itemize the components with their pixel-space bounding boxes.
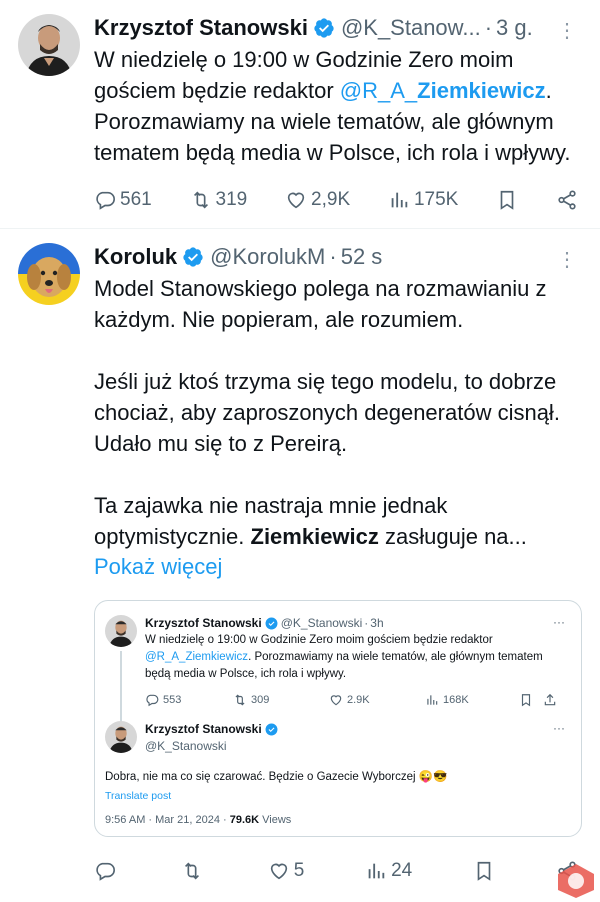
reply-icon [96,862,115,881]
retweet-button[interactable]: 309 [233,693,329,707]
separator-dot: · [329,244,337,269]
quoted-thread[interactable]: Krzysztof Stanowski @K_Stanowski · 3h ··… [94,600,582,837]
quoted-tweet-2[interactable]: Krzysztof Stanowski @K_Stanowski ··· [105,721,567,755]
avatar-stanowski-small[interactable] [105,615,137,647]
retweet-icon [235,694,245,706]
separator-dot: · [364,616,369,630]
heart-icon [330,695,342,706]
views-button[interactable]: 24 [365,860,412,882]
tweet-time[interactable]: 3h [370,615,383,632]
tweet-actions: 5 24 [94,851,582,891]
reply-button[interactable] [94,860,120,882]
bookmark-button[interactable] [519,693,543,707]
reply-icon [96,191,115,210]
share-button[interactable] [556,189,578,211]
verified-badge-icon [183,247,203,267]
heart-icon [287,192,305,209]
verified-badge-icon [265,723,278,736]
avatar-koroluk[interactable] [18,243,80,305]
paragraph-2: Jeśli już ktoś trzyma się tego modelu, t… [94,369,560,456]
watermark-logo-icon [558,864,594,898]
like-count: 5 [293,860,305,881]
bookmark-button[interactable] [496,189,518,211]
show-more-link[interactable]: Pokaż więcej [94,552,582,582]
author-name[interactable]: Koroluk [94,243,177,271]
like-count: 2,9K [311,189,351,210]
tweet-koroluk[interactable]: Koroluk @KorolukM · 52 s ⋮ Model Stanows… [0,229,600,891]
bookmark-icon [500,190,514,210]
post-view-count: 79.6K [229,814,260,826]
view-count: 24 [391,860,413,881]
tweet-stanowski[interactable]: Krzysztof Stanowski @K_Stanow... · 3 g. … [0,0,600,220]
author-handle[interactable]: @K_Stanowski [145,738,567,755]
author-handle[interactable]: @K_Stanowski [281,615,363,632]
avatar-stanowski[interactable] [18,14,80,76]
quoted-text: Dobra, nie ma co się czarować. Będzie o … [105,771,448,783]
more-options-icon[interactable]: ··· [553,615,565,629]
views-chart-icon [427,695,438,705]
author-handle[interactable]: @K_Stanow... [341,14,481,42]
bookmark-icon [477,861,491,881]
heart-icon [270,863,287,880]
quoted-actions: 553 309 2.9K 168K [145,683,567,717]
paragraph-3: Ta zajawka nie nastraja mnie jednak opty… [94,493,527,549]
author-name[interactable]: Krzysztof Stanowski [145,721,262,738]
reply-button[interactable]: 561 [94,189,152,211]
bookmark-icon [521,694,531,707]
more-options-icon[interactable]: ··· [553,721,565,735]
views-label: Views [259,814,292,826]
more-options-icon[interactable]: ⋮ [557,247,578,272]
share-icon [558,190,576,210]
more-options-icon[interactable]: ⋮ [557,18,578,43]
mention-link[interactable]: @R_A_Ziemkiewicz [340,78,546,103]
retweet-icon [184,862,199,880]
separator-dot: · [484,15,493,40]
retweet-icon [193,191,208,209]
like-button[interactable]: 2.9K [329,693,425,707]
mention-link[interactable]: @R_A_Ziemkiewicz [145,651,248,663]
views-chart-icon [368,863,385,879]
like-button[interactable]: 5 [268,860,305,882]
reply-icon [146,694,159,707]
tweet-text: Model Stanowskiego polega na rozmawianiu… [94,273,582,552]
author-handle[interactable]: @KorolukM [210,243,325,271]
author-name[interactable]: Krzysztof Stanowski [94,14,308,42]
retweet-count: 319 [215,189,248,210]
reply-button[interactable]: 553 [145,693,233,707]
paragraph-1: Model Stanowskiego polega na rozmawianiu… [94,276,547,332]
reply-count: 561 [120,189,152,210]
tweet-time[interactable]: 52 s [341,243,383,271]
translate-post-link[interactable]: Translate post [105,790,567,802]
quoted-tweet-1[interactable]: Krzysztof Stanowski @K_Stanowski · 3h ··… [105,615,567,735]
retweet-button[interactable]: 319 [190,189,248,211]
views-button[interactable]: 168K [425,693,519,707]
upload-share-icon [544,693,556,706]
view-count: 175K [413,189,459,210]
views-button[interactable]: 175K [388,189,458,211]
tweet-actions: 561 319 2,9K 175K [94,180,582,220]
retweet-button[interactable] [181,860,207,882]
avatar-stanowski-small[interactable] [105,721,137,753]
share-button[interactable] [543,693,557,707]
like-button[interactable]: 2,9K [285,189,350,211]
bookmark-button[interactable] [473,860,495,882]
post-meta: 9:56 AM · Mar 21, 2024 · 79.6K Views [105,814,567,826]
tweet-text: W niedzielę o 19:00 w Godzinie Zero moim… [94,47,571,165]
author-name[interactable]: Krzysztof Stanowski [145,615,262,632]
quoted-text: W niedzielę o 19:00 w Godzinie Zero moim… [145,634,543,680]
verified-badge-icon [265,617,278,630]
views-chart-icon [391,192,408,208]
post-timestamp[interactable]: 9:56 AM · Mar 21, 2024 · [105,814,230,826]
tweet-time[interactable]: 3 g. [496,14,533,42]
verified-badge-icon [314,18,334,38]
